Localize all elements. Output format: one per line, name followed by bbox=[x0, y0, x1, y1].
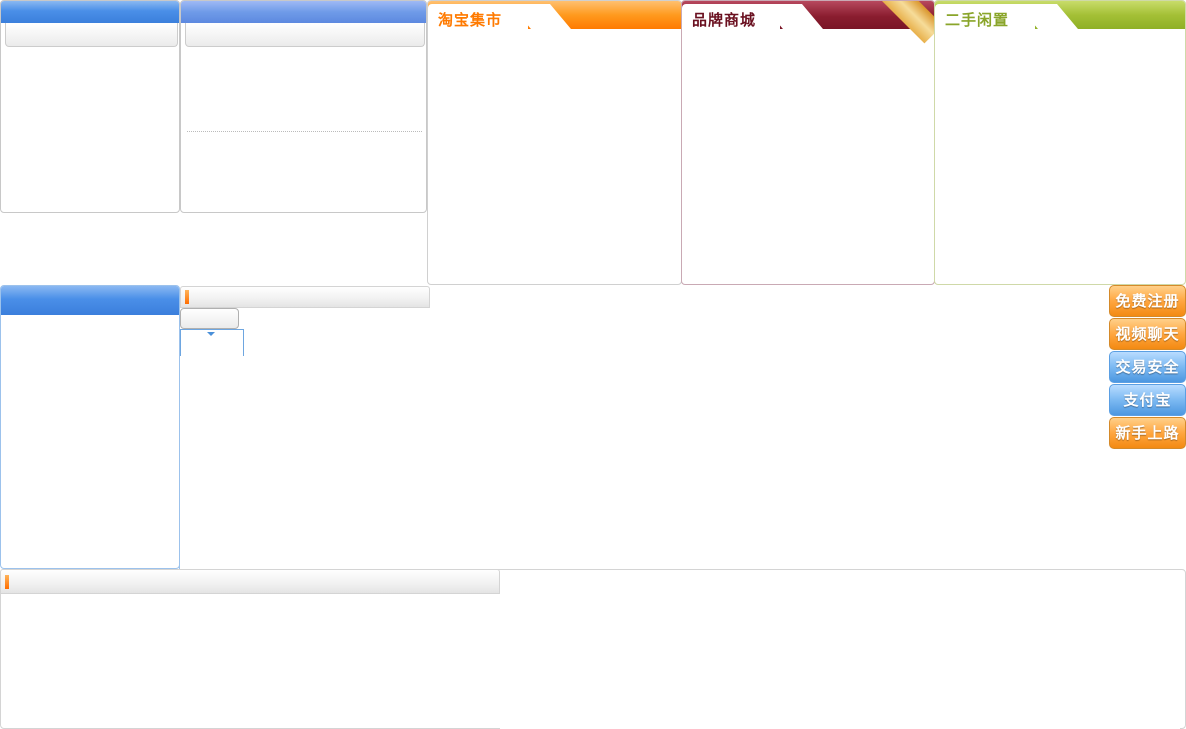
left-mid-panel bbox=[0, 285, 180, 569]
bottom-panel-cover bbox=[500, 570, 1180, 729]
market-title-secondhand[interactable]: 二手闲置 bbox=[945, 9, 1009, 30]
orange-marker-icon bbox=[5, 575, 9, 589]
market-panel-brand: 品牌商城 bbox=[681, 0, 935, 285]
register-button[interactable]: 免费注册 bbox=[1109, 285, 1186, 317]
market-panel-taobao: 淘宝集市 bbox=[427, 0, 682, 285]
alipay-button[interactable]: 支付宝 bbox=[1109, 384, 1186, 416]
left-top-panel-tab[interactable] bbox=[5, 23, 178, 47]
mid-small-button[interactable] bbox=[180, 308, 239, 329]
beginner-guide-button[interactable]: 新手上路 bbox=[1109, 417, 1186, 449]
caret-down-icon bbox=[207, 332, 215, 336]
ribbon-decoration bbox=[882, 1, 934, 44]
market-title-taobao[interactable]: 淘宝集市 bbox=[438, 9, 502, 30]
orange-marker-icon bbox=[185, 290, 189, 304]
mid-section-bar bbox=[180, 286, 430, 308]
trade-safety-button[interactable]: 交易安全 bbox=[1109, 351, 1186, 383]
market-title-brand[interactable]: 品牌商城 bbox=[692, 9, 756, 30]
news-panel bbox=[180, 0, 427, 213]
mid-dropdown[interactable] bbox=[180, 329, 244, 356]
news-panel-tab[interactable] bbox=[185, 23, 425, 47]
video-chat-button[interactable]: 视频聊天 bbox=[1109, 318, 1186, 350]
mid-column-border bbox=[179, 356, 180, 569]
market-panel-secondhand: 二手闲置 bbox=[934, 0, 1186, 285]
news-panel-divider bbox=[187, 131, 422, 132]
left-mid-panel-header bbox=[1, 286, 179, 315]
left-top-panel bbox=[0, 0, 180, 213]
bottom-section-bar bbox=[0, 569, 500, 594]
news-panel-header bbox=[181, 1, 426, 23]
left-top-panel-header bbox=[1, 1, 179, 23]
